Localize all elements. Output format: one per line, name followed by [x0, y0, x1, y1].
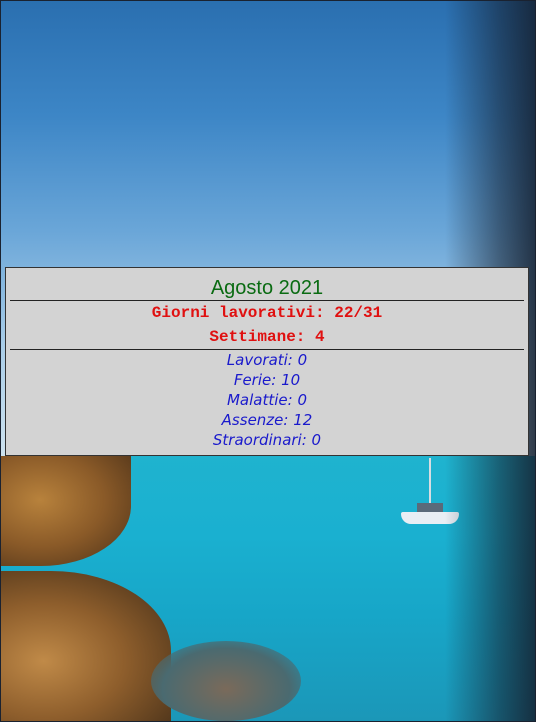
weeks-stat: Settimane: 4 [209, 328, 325, 346]
absences-count: Assenze: 12 [221, 411, 313, 429]
sick-count: Malattie: 0 [226, 391, 308, 409]
overtime-count: Straordinari: 0 [212, 431, 322, 449]
background-rocks [151, 641, 301, 721]
worked-count: Lavorati: 0 [226, 351, 308, 369]
working-days-stat: Giorni lavorativi: 22/31 [151, 304, 383, 322]
month-title: Agosto 2021 [210, 277, 324, 299]
app-frame: Agosto 2021 Giorni lavorativi: 22/31 Set… [0, 0, 536, 722]
holidays-count: Ferie: 10 [233, 371, 301, 389]
month-summary-panel: Agosto 2021 Giorni lavorativi: 22/31 Set… [5, 267, 529, 456]
day-counts: Lavorati: 0 Ferie: 10 Malattie: 0 Assenz… [6, 350, 528, 450]
